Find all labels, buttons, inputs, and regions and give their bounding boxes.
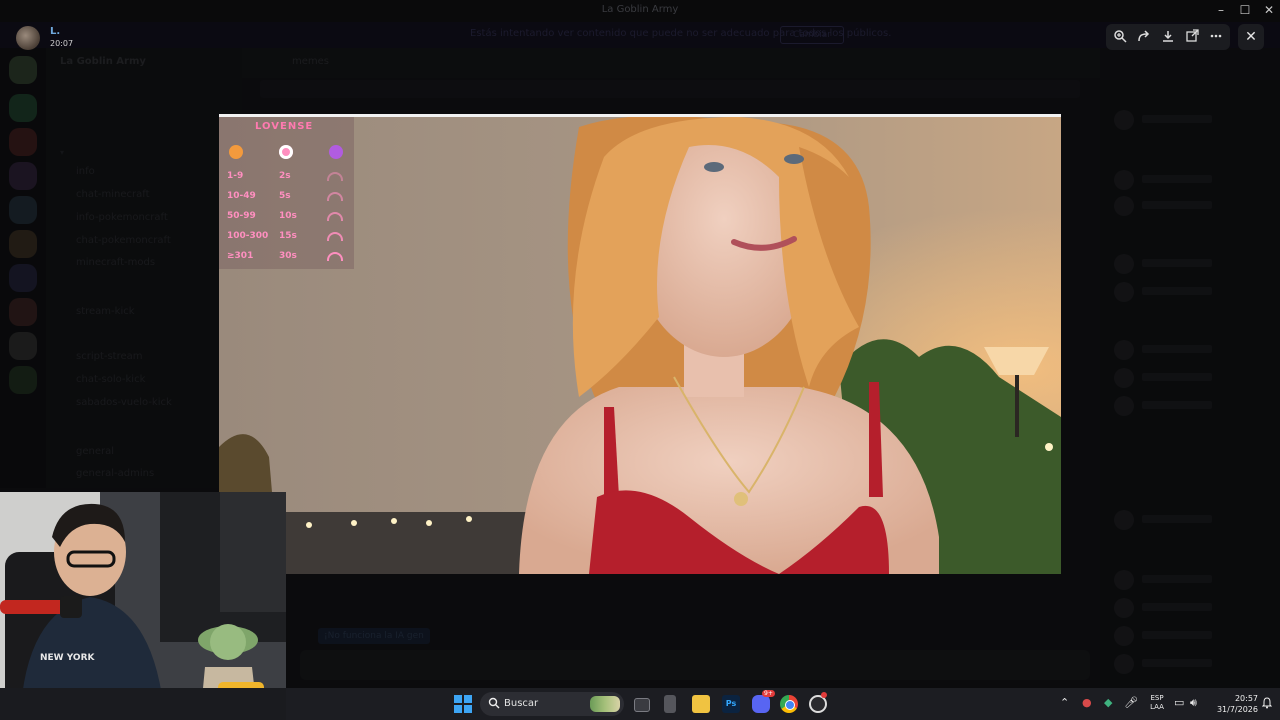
clock-date: 31/7/2026 (1216, 705, 1258, 714)
notification-bell-icon[interactable] (1262, 697, 1272, 709)
chrome-icon[interactable] (780, 695, 798, 713)
windows-taskbar: Buscar Ps 9+ ⌃ ● ◆ 🎤︎ ESP LAA ▭ 🔊︎ 20:57… (0, 688, 1280, 720)
close-window-button[interactable]: ✕ (1256, 3, 1280, 17)
download-icon[interactable] (1160, 29, 1176, 45)
webcam-overlay: NEW YORK (0, 492, 286, 720)
lovense-level-row: 100-300 15s (227, 231, 352, 245)
photoshop-icon[interactable]: Ps (722, 695, 740, 713)
lovense-level-row: ≥301 30s (227, 251, 352, 265)
terminal-icon[interactable] (664, 695, 676, 713)
lovense-level-row: 50-99 10s (227, 211, 352, 225)
language-indicator[interactable]: ESP LAA (1146, 694, 1168, 712)
tip-range: 50-99 (227, 211, 256, 221)
upload-time: 20:07 (50, 39, 74, 48)
network-icon[interactable]: ▭ (1174, 696, 1184, 709)
clock[interactable]: 20:57 31/7/2026 (1208, 693, 1258, 715)
coin-icon (229, 145, 243, 159)
windows-start-icon[interactable] (454, 695, 472, 713)
strength-gauge-icon (327, 192, 343, 201)
vibration-duration: 15s (279, 231, 297, 241)
search-highlight-image (590, 696, 620, 712)
minimize-button[interactable]: – (1208, 3, 1234, 17)
tip-range: 10-49 (227, 191, 256, 201)
microphone-icon[interactable]: 🎤︎ (1124, 696, 1138, 709)
file-explorer-icon[interactable] (692, 695, 710, 713)
user-info: L. 20:07 (10, 24, 130, 52)
vibration-duration: 2s (279, 171, 291, 181)
maximize-button[interactable]: ☐ (1232, 3, 1258, 17)
chevron-up-icon[interactable]: ⌃ (1060, 696, 1069, 709)
forward-icon[interactable] (1136, 29, 1152, 45)
uploader-name[interactable]: L. (50, 26, 60, 37)
discord-badge: 9+ (762, 690, 775, 697)
vibration-duration: 5s (279, 191, 291, 201)
taskbar-left-area (0, 688, 286, 720)
obs-icon[interactable] (809, 692, 827, 713)
vibration-icon (329, 145, 343, 159)
tray-app-icon[interactable]: ◆ (1104, 696, 1112, 709)
language-code: ESP (1150, 694, 1164, 702)
lovense-level-row: 10-49 5s (227, 191, 352, 205)
webcam-feed-illustration: NEW YORK (0, 492, 286, 720)
discord-icon[interactable]: 9+ (752, 690, 775, 713)
tip-range: 1-9 (227, 171, 244, 181)
lovense-logo: LOVENSE (255, 121, 314, 132)
lovense-level-row: 1-9 2s (227, 171, 352, 185)
search-placeholder: Buscar (504, 698, 539, 709)
volume-icon[interactable]: 🔊︎ (1190, 696, 1197, 710)
tray-app-icon[interactable]: ● (1082, 696, 1092, 709)
lovense-overlay: LOVENSE 1-9 2s 10-49 5s 50-99 10s 100-300 15s ≥3… (219, 117, 354, 269)
window-titlebar: La Goblin Army – ☐ ✕ (0, 0, 1280, 22)
tip-range: 100-300 (227, 231, 269, 241)
clock-time: 20:57 (1234, 694, 1258, 703)
viewed-image[interactable]: LOVENSE 1-9 2s 10-49 5s 50-99 10s 100-300 15s ≥3… (219, 114, 1061, 574)
strength-gauge-icon (327, 212, 343, 221)
keyboard-layout: LAA (1150, 703, 1164, 711)
svg-text:NEW YORK: NEW YORK (40, 653, 96, 663)
window-title: La Goblin Army (601, 4, 679, 15)
viewer-toolbar (1106, 24, 1230, 50)
vibration-duration: 30s (279, 251, 297, 261)
strength-gauge-icon (327, 232, 343, 241)
zoom-icon[interactable] (1112, 29, 1128, 45)
more-icon[interactable] (1208, 29, 1224, 45)
search-icon (488, 697, 500, 709)
timer-icon (279, 145, 293, 159)
vibration-duration: 10s (279, 211, 297, 221)
close-icon[interactable]: ✕ (1238, 24, 1264, 50)
taskbar-search[interactable]: Buscar (480, 692, 624, 716)
strength-gauge-icon (327, 172, 343, 181)
tip-range: ≥301 (227, 251, 254, 261)
avatar[interactable] (16, 26, 40, 50)
task-view-icon[interactable] (634, 698, 650, 712)
open-external-icon[interactable] (1184, 29, 1200, 45)
strength-gauge-icon (327, 252, 343, 261)
